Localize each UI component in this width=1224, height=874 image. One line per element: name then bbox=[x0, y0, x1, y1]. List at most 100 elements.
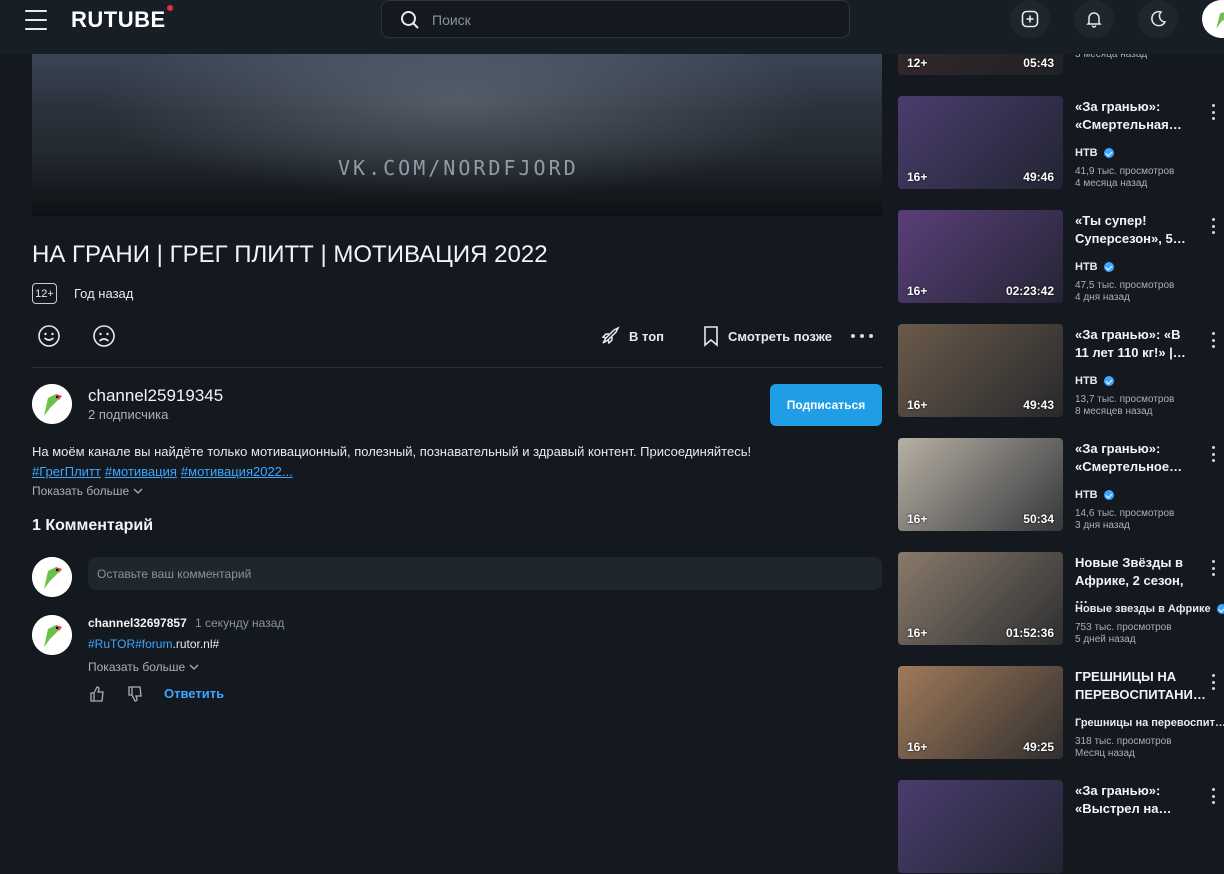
recommended-video-item[interactable]: 16+ 49:43 «За гранью»: «В 11 лет 110 кг!» … bbox=[898, 324, 1224, 418]
recommended-channel-name[interactable]: НТВ bbox=[1075, 261, 1114, 273]
video-player[interactable]: VK.COM/NORDFJORD bbox=[32, 54, 882, 216]
thumb-age-rating: 12+ bbox=[907, 56, 928, 70]
thumb-duration: 49:46 bbox=[1023, 170, 1054, 184]
notifications-button[interactable] bbox=[1074, 0, 1114, 38]
verified-icon bbox=[1103, 262, 1114, 272]
recommended-date: Месяц назад bbox=[1075, 748, 1135, 759]
moon-icon bbox=[1151, 10, 1167, 27]
thumb-age-rating: 16+ bbox=[907, 626, 928, 640]
commenter-avatar[interactable] bbox=[32, 615, 72, 655]
item-menu-button[interactable] bbox=[1212, 218, 1216, 234]
upload-button[interactable] bbox=[1010, 0, 1050, 38]
recommended-channel-name[interactable]: Грешницы на перевоспит… bbox=[1075, 717, 1224, 729]
recommended-video-title[interactable]: ГРЕШНИЦЫ НА ПЕРЕВОСПИТАНИ… bbox=[1075, 668, 1206, 704]
recommended-video-title[interactable]: Новые Звёзды в Африке, 2 сезон, … bbox=[1075, 554, 1193, 608]
item-menu-button[interactable] bbox=[1212, 104, 1216, 120]
search-box[interactable] bbox=[381, 0, 850, 38]
thumb-age-rating: 16+ bbox=[907, 398, 928, 412]
video-thumbnail[interactable]: 16+ 49:43 bbox=[898, 324, 1063, 417]
channel-name[interactable]: channel25919345 bbox=[88, 386, 223, 406]
menu-icon[interactable] bbox=[25, 10, 47, 30]
top-header: RUTUBE bbox=[0, 0, 1224, 54]
item-menu-button[interactable] bbox=[1212, 332, 1216, 348]
recommended-channel-name[interactable]: НТВ bbox=[1075, 147, 1114, 159]
theme-toggle-button[interactable] bbox=[1138, 0, 1178, 38]
comment-time: 1 секунду назад bbox=[195, 616, 285, 630]
video-thumbnail[interactable]: 16+ 02:23:42 bbox=[898, 210, 1063, 303]
recommended-channel-name[interactable]: НТВ bbox=[1075, 489, 1114, 501]
parrot-icon bbox=[32, 615, 72, 655]
comment-text-rest: .rutor.nl# bbox=[172, 637, 220, 651]
recommended-date: 5 дней назад bbox=[1075, 634, 1136, 645]
video-thumbnail[interactable]: 16+ 50:34 bbox=[898, 438, 1063, 531]
recommended-views: 318 тыс. просмотров bbox=[1075, 736, 1172, 747]
thumb-age-rating: 16+ bbox=[907, 284, 928, 298]
more-options-button[interactable] bbox=[851, 326, 873, 346]
recommended-video-title[interactable]: «За гранью»: «Выстрел на… bbox=[1075, 782, 1193, 818]
age-rating-badge: 12+ bbox=[32, 283, 57, 304]
video-thumbnail[interactable]: 16+ 49:25 bbox=[898, 666, 1063, 759]
recommended-video-title[interactable]: «За гранью»: «В 11 лет 110 кг!» |… bbox=[1075, 326, 1193, 362]
recommended-video-item[interactable]: 16+ 49:46 «За гранью»: «Смертельная… НТВ 41,… bbox=[898, 96, 1224, 190]
chevron-down-icon bbox=[189, 664, 198, 670]
publish-date: Год назад bbox=[74, 286, 134, 301]
recommended-channel-name[interactable]: НТВ bbox=[1075, 375, 1114, 387]
comment-show-more-button[interactable]: Показать больше bbox=[88, 660, 199, 674]
chevron-down-icon bbox=[133, 488, 142, 494]
thumb-duration: 01:52:36 bbox=[1005, 626, 1054, 640]
item-menu-button[interactable] bbox=[1212, 788, 1216, 804]
comment-text: #RuTOR#forum.rutor.nl# bbox=[88, 637, 219, 651]
thumb-duration: 49:25 bbox=[1023, 740, 1054, 754]
my-avatar bbox=[32, 557, 72, 597]
recommended-video-item[interactable]: 16+ 01:52:36 Новые Звёзды в Африке, 2 сезо… bbox=[898, 552, 1224, 646]
verified-icon bbox=[1103, 376, 1114, 386]
recommended-video-item[interactable]: 16+ 49:25 ГРЕШНИЦЫ НА ПЕРЕВОСПИТАНИ… Грешни… bbox=[898, 666, 1224, 760]
hashtag-link[interactable]: #ГрегПлитт bbox=[32, 464, 101, 479]
recommended-video-item[interactable]: 16+ 50:34 «За гранью»: «Смертельное… НТВ 14,… bbox=[898, 438, 1224, 532]
item-menu-button[interactable] bbox=[1212, 446, 1216, 462]
bell-icon bbox=[1086, 12, 1102, 28]
channel-description: На моём канале вы найдёте только мотивац… bbox=[32, 444, 752, 459]
reply-button[interactable]: Ответить bbox=[164, 686, 224, 701]
recommended-video-title[interactable]: «За гранью»: «Смертельная… bbox=[1075, 98, 1193, 134]
item-menu-button[interactable] bbox=[1212, 674, 1216, 690]
to-top-button[interactable]: В топ bbox=[599, 324, 664, 348]
subscribe-button[interactable]: Подписаться bbox=[770, 384, 882, 426]
search-input[interactable] bbox=[432, 8, 832, 32]
recommended-channel-name[interactable]: Новые звезды в Африке bbox=[1075, 603, 1224, 615]
user-avatar[interactable] bbox=[1202, 0, 1224, 38]
recommended-video-title[interactable]: «За гранью»: «Смертельное… bbox=[1075, 440, 1193, 476]
watch-later-button[interactable]: Смотреть позже bbox=[702, 324, 832, 348]
thumbs-down-icon[interactable] bbox=[127, 686, 143, 702]
recommended-video-title[interactable]: «Ты супер! Суперсезон», 5… bbox=[1075, 212, 1193, 248]
recommended-video-item[interactable]: «За гранью»: «Выстрел на… bbox=[898, 780, 1224, 874]
comment-hashtags[interactable]: #RuTOR#forum bbox=[88, 637, 172, 651]
thumbs-up-icon[interactable] bbox=[89, 686, 105, 702]
hashtag-link[interactable]: #мотивация bbox=[105, 464, 177, 479]
recommended-views: 13,7 тыс. просмотров bbox=[1075, 394, 1175, 405]
like-smile-icon[interactable] bbox=[35, 322, 63, 350]
rutube-logo[interactable]: RUTUBE bbox=[71, 5, 173, 33]
recommended-video-item[interactable]: 16+ 02:23:42 «Ты супер! Суперсезон», 5… НТВ… bbox=[898, 210, 1224, 304]
hashtag-link[interactable]: #мотивация2022... bbox=[181, 464, 293, 479]
recommended-views: 753 тыс. просмотров bbox=[1075, 622, 1172, 633]
video-thumbnail[interactable]: 16+ 01:52:36 bbox=[898, 552, 1063, 645]
video-thumbnail[interactable]: 16+ 49:46 bbox=[898, 96, 1063, 189]
rocket-icon bbox=[601, 326, 620, 345]
verified-icon bbox=[1103, 490, 1114, 500]
show-more-button[interactable]: Показать больше bbox=[32, 484, 143, 498]
search-icon[interactable] bbox=[400, 10, 420, 30]
thumb-age-rating: 16+ bbox=[907, 740, 928, 754]
item-menu-button[interactable] bbox=[1212, 560, 1216, 576]
video-watermark: VK.COM/NORDFJORD bbox=[338, 156, 579, 180]
comment-author[interactable]: channel32697857 bbox=[88, 616, 187, 630]
watch-later-label: Смотреть позже bbox=[728, 328, 832, 344]
channel-avatar[interactable] bbox=[32, 384, 72, 424]
recommended-views: 14,6 тыс. просмотров bbox=[1075, 508, 1175, 519]
video-thumbnail[interactable] bbox=[898, 780, 1063, 873]
comment-input[interactable] bbox=[88, 557, 882, 590]
thumb-duration: 05:43 bbox=[1023, 56, 1054, 70]
dislike-frown-icon[interactable] bbox=[90, 322, 118, 350]
thumb-duration: 02:23:42 bbox=[1005, 284, 1054, 298]
recommended-date: 4 дня назад bbox=[1075, 292, 1130, 303]
